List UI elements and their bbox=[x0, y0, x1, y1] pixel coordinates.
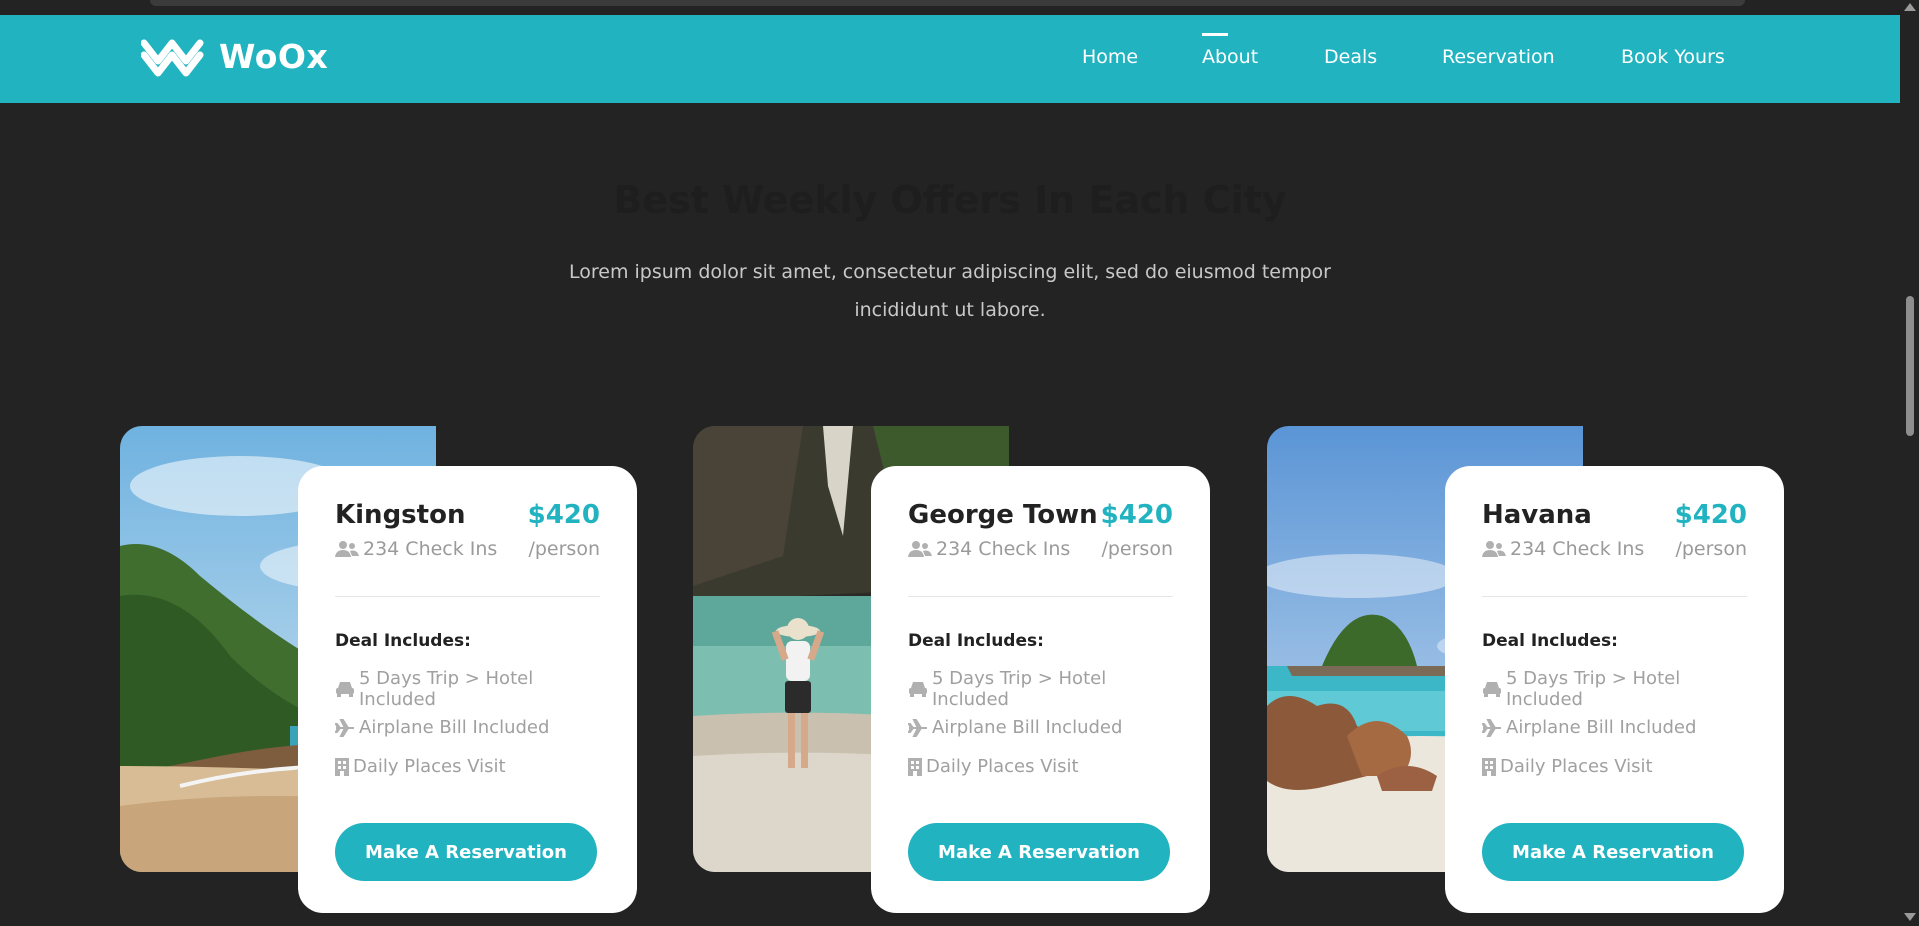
offer-price: $420 bbox=[1100, 500, 1173, 530]
car-icon bbox=[336, 681, 354, 697]
users-icon bbox=[335, 541, 359, 557]
nav-home[interactable]: Home bbox=[1082, 46, 1138, 68]
offer-checkins: 234 Check Ins bbox=[1482, 538, 1644, 560]
browser-address-bar-edge bbox=[150, 0, 1745, 6]
offer-card: George Town $420 234 Check Ins /person D… bbox=[871, 466, 1210, 913]
divider bbox=[908, 596, 1173, 597]
deal-item-text: 5 Days Trip > Hotel Included bbox=[359, 667, 534, 710]
section-title: Best Weekly Offers In Each City bbox=[613, 178, 1287, 222]
logo-text: WoOx bbox=[219, 36, 329, 76]
offer-checkins-text: 234 Check Ins bbox=[363, 538, 498, 560]
logo[interactable]: WoOx bbox=[141, 33, 328, 79]
car-icon bbox=[909, 681, 927, 697]
offer-havana: Havana $420 234 Check Ins /person Deal I… bbox=[1267, 426, 1787, 913]
offer-city: Kingston bbox=[335, 500, 466, 530]
woox-logo-icon bbox=[141, 39, 204, 77]
section-description-line-1: Lorem ipsum dolor sit amet, consectetur … bbox=[568, 261, 1331, 283]
section-description-line-2: incididunt ut labore. bbox=[854, 299, 1046, 321]
airplane-icon bbox=[908, 718, 927, 737]
deal-includes-title: Deal Includes: bbox=[335, 631, 471, 651]
offer-card: Kingston $420 234 Check Ins /person Deal… bbox=[298, 466, 637, 913]
offer-checkins: 234 Check Ins bbox=[335, 538, 497, 560]
offer-per-person: /person bbox=[1101, 538, 1173, 560]
offer-card: Havana $420 234 Check Ins /person Deal I… bbox=[1445, 466, 1784, 913]
scroll-down-arrow-icon[interactable] bbox=[1904, 913, 1916, 921]
offer-price: $420 bbox=[1674, 500, 1747, 530]
page: WoOx Home About Deals Reservation Book Y… bbox=[0, 0, 1919, 926]
building-icon bbox=[908, 757, 922, 776]
nav-deals[interactable]: Deals bbox=[1324, 46, 1377, 68]
offer-price: $420 bbox=[527, 500, 600, 530]
nav-reservation[interactable]: Reservation bbox=[1442, 46, 1555, 68]
car-icon bbox=[1483, 681, 1501, 697]
building-icon bbox=[335, 757, 349, 776]
users-icon bbox=[908, 541, 932, 557]
offer-checkins: 234 Check Ins bbox=[908, 538, 1070, 560]
deal-item-text: Daily Places Visit bbox=[926, 756, 1079, 777]
deal-item: Airplane Bill Included bbox=[335, 708, 600, 747]
offer-checkins-text: 234 Check Ins bbox=[936, 538, 1071, 560]
deal-item-text: 5 Days Trip > Hotel Included bbox=[932, 667, 1107, 710]
nav-book-yours[interactable]: Book Yours bbox=[1621, 46, 1725, 68]
deal-item-text: Airplane Bill Included bbox=[359, 717, 550, 738]
airplane-icon bbox=[1482, 718, 1501, 737]
deal-item-text: Daily Places Visit bbox=[1500, 756, 1653, 777]
nav-about[interactable]: About bbox=[1202, 33, 1258, 68]
users-icon bbox=[1482, 541, 1506, 557]
site-header: WoOx Home About Deals Reservation Book Y… bbox=[0, 15, 1900, 103]
section-description: Lorem ipsum dolor sit amet, consectetur … bbox=[560, 253, 1340, 329]
offer-per-person: /person bbox=[1675, 538, 1747, 560]
scroll-up-arrow-icon[interactable] bbox=[1904, 3, 1916, 11]
browser-top-strip bbox=[0, 0, 1900, 15]
deal-item-text: Airplane Bill Included bbox=[1506, 717, 1697, 738]
offer-george-town: George Town $420 234 Check Ins /person D… bbox=[693, 426, 1213, 913]
divider bbox=[335, 596, 600, 597]
deal-includes-title: Deal Includes: bbox=[1482, 631, 1618, 651]
deal-item: Airplane Bill Included bbox=[1482, 708, 1747, 747]
deal-item: 5 Days Trip > Hotel Included bbox=[1482, 667, 1747, 710]
divider bbox=[1482, 596, 1747, 597]
deal-includes-title: Deal Includes: bbox=[908, 631, 1044, 651]
deal-item-text: 5 Days Trip > Hotel Included bbox=[1506, 667, 1681, 710]
page-scrollbar[interactable] bbox=[1900, 0, 1919, 926]
make-reservation-button[interactable]: Make A Reservation bbox=[908, 823, 1170, 881]
deal-item: Daily Places Visit bbox=[1482, 747, 1747, 786]
make-reservation-button[interactable]: Make A Reservation bbox=[335, 823, 597, 881]
offer-checkins-text: 234 Check Ins bbox=[1510, 538, 1645, 560]
deal-item: 5 Days Trip > Hotel Included bbox=[335, 667, 600, 710]
make-reservation-button[interactable]: Make A Reservation bbox=[1482, 823, 1744, 881]
deal-item: Airplane Bill Included bbox=[908, 708, 1173, 747]
deal-item: Daily Places Visit bbox=[335, 747, 600, 786]
offer-kingston: Kingston $420 234 Check Ins /person Deal… bbox=[120, 426, 640, 913]
deal-item-text: Daily Places Visit bbox=[353, 756, 506, 777]
scrollbar-thumb[interactable] bbox=[1906, 296, 1914, 436]
offer-city: George Town bbox=[908, 500, 1098, 530]
deal-item-text: Airplane Bill Included bbox=[932, 717, 1123, 738]
offer-city: Havana bbox=[1482, 500, 1592, 530]
airplane-icon bbox=[335, 718, 354, 737]
offer-per-person: /person bbox=[528, 538, 600, 560]
building-icon bbox=[1482, 757, 1496, 776]
deal-item: 5 Days Trip > Hotel Included bbox=[908, 667, 1173, 710]
deal-item: Daily Places Visit bbox=[908, 747, 1173, 786]
